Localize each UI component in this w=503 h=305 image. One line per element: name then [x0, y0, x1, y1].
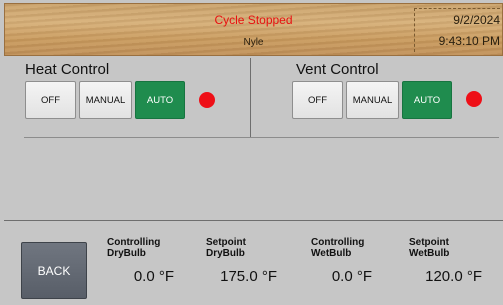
setpoint-wetbulb-label-line1: Setpoint — [409, 237, 449, 248]
controlling-wetbulb-value: 0.0 °F — [331, 268, 372, 285]
controlling-wetbulb-label-line1: Controlling — [311, 237, 365, 248]
back-button[interactable]: BACK — [21, 242, 87, 299]
hmi-screen: Cycle Stopped Nyle 9/2/2024 9:43:10 PM H… — [0, 0, 503, 305]
vent-off-button[interactable]: OFF — [292, 81, 343, 119]
setpoint-drybulb-value: 175.0 °F — [220, 268, 277, 285]
datetime-display: 9/2/2024 9:43:10 PM — [414, 8, 500, 52]
setpoint-drybulb-label: Setpoint DryBulb — [206, 237, 246, 259]
controlling-drybulb-label-line1: Controlling — [107, 237, 161, 248]
readout-divider — [4, 220, 503, 221]
vent-manual-button[interactable]: MANUAL — [346, 81, 399, 119]
heat-off-button[interactable]: OFF — [25, 81, 76, 119]
heat-control-title: Heat Control — [25, 61, 110, 78]
heat-auto-button[interactable]: AUTO — [135, 81, 185, 119]
vent-control-title: Vent Control — [296, 61, 379, 78]
vent-status-indicator-icon — [466, 91, 482, 107]
setpoint-wetbulb-label-line2: WetBulb — [409, 248, 450, 259]
heat-manual-button[interactable]: MANUAL — [79, 81, 132, 119]
controlling-drybulb-label-line2: DryBulb — [107, 248, 146, 259]
header-bar: Cycle Stopped Nyle 9/2/2024 9:43:10 PM — [4, 3, 503, 56]
setpoint-wetbulb-value: 120.0 °F — [425, 268, 482, 285]
setpoint-drybulb-label-line1: Setpoint — [206, 237, 246, 248]
panel-divider — [250, 58, 251, 137]
time-text: 9:43:10 PM — [438, 34, 500, 48]
controlling-wetbulb-label-line2: WetBulb — [311, 248, 352, 259]
controlling-drybulb-value: 0.0 °F — [133, 268, 174, 285]
section-divider — [24, 137, 499, 138]
heat-status-indicator-icon — [199, 92, 215, 108]
setpoint-wetbulb-label: Setpoint WetBulb — [409, 237, 449, 259]
vent-auto-button[interactable]: AUTO — [402, 81, 452, 119]
controlling-wetbulb-label: Controlling WetBulb — [311, 237, 364, 259]
controlling-drybulb-label: Controlling DryBulb — [107, 237, 160, 259]
date-text: 9/2/2024 — [453, 13, 500, 27]
setpoint-drybulb-label-line2: DryBulb — [206, 248, 245, 259]
